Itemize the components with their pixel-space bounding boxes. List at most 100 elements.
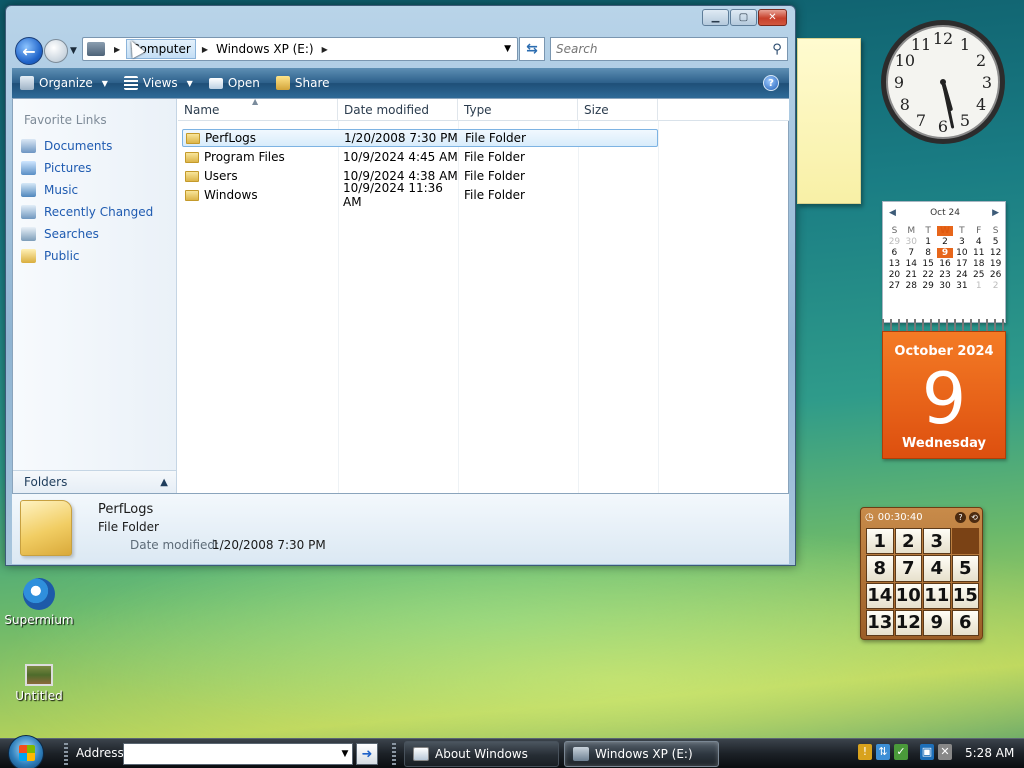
maximize-button[interactable]: ▢ [730,9,757,26]
calendar-day[interactable]: 21 [903,270,920,280]
recent-pages-dropdown[interactable]: ▼ [70,46,77,56]
calendar-day[interactable]: 5 [987,237,1004,247]
puzzle-tile[interactable]: 1 [866,528,894,555]
puzzle-empty-slot[interactable] [951,528,979,555]
back-button[interactable]: ← [15,37,43,65]
calendar-day-today[interactable]: 9 [936,248,954,258]
puzzle-tile[interactable]: 5 [951,555,979,582]
calendar-day[interactable]: 25 [970,270,987,280]
display-icon[interactable]: ▣ [920,744,934,760]
search-box[interactable]: ⚲ [550,37,788,61]
update-icon[interactable]: ✓ [894,744,908,760]
calendar-day[interactable]: 1 [970,281,987,291]
search-icon[interactable]: ⚲ [767,42,787,57]
file-row[interactable]: PerfLogs 1/20/2008 7:30 PM File Folder [182,129,658,147]
calendar-day[interactable]: 23 [937,270,954,280]
puzzle-tile[interactable]: 12 [894,609,922,636]
calendar-day[interactable]: 26 [987,270,1004,280]
puzzle-tile[interactable]: 3 [923,528,951,555]
puzzle-tile[interactable]: 15 [951,582,979,609]
taskbar-button-windows-xp-e[interactable]: Windows XP (E:) [564,741,719,767]
help-icon[interactable]: ? [955,511,966,523]
column-header-type[interactable]: Type [458,99,578,121]
column-header-size[interactable]: Size [578,99,658,121]
puzzle-tile[interactable]: 14 [866,582,894,609]
calendar-day[interactable]: 10 [953,248,970,258]
puzzle-tile[interactable]: 6 [951,609,979,636]
nav-link-documents[interactable]: Documents [21,139,112,153]
calendar-day[interactable]: 18 [970,259,987,269]
calendar-day[interactable]: 2 [937,237,954,247]
taskbar-button-about-windows[interactable]: About Windows [404,741,559,767]
calendar-day[interactable]: 27 [886,281,903,291]
forward-button[interactable] [44,39,68,63]
next-month-icon[interactable]: ▶ [992,208,999,218]
column-header-date-modified[interactable]: Date modified [338,99,458,121]
puzzle-tile[interactable]: 13 [866,609,894,636]
folders-toggle[interactable]: Folders ▲ [13,470,176,493]
calendar-day[interactable]: 22 [920,270,937,280]
security-warning-icon[interactable]: ! [858,744,872,760]
desktop-icon-supermium[interactable]: Supermium [4,578,74,627]
notes-gadget[interactable] [797,38,861,204]
taskbar-clock[interactable]: 5:28 AM [965,746,1014,760]
minimize-button[interactable]: ▁ [702,9,729,26]
calendar-day[interactable]: 1 [920,237,937,247]
calendar-day[interactable]: 11 [970,248,987,258]
calendar-day[interactable]: 12 [987,248,1004,258]
start-button[interactable] [8,735,44,768]
calendar-day[interactable]: 7 [903,248,920,258]
calendar-day[interactable]: 31 [953,281,970,291]
share-button[interactable]: Share [268,68,338,98]
puzzle-tile[interactable]: 2 [894,528,922,555]
taskbar-go-button[interactable]: ➜ [356,743,378,765]
file-row[interactable]: Program Files 10/9/2024 4:45 AM File Fol… [182,148,658,166]
clock-gadget[interactable]: 12 1234567891011 [879,18,1007,146]
nav-link-pictures[interactable]: Pictures [21,161,92,175]
address-dropdown-icon[interactable]: ▼ [504,44,511,54]
breadcrumb-arrow-icon[interactable]: ▶ [202,45,208,54]
calendar-day[interactable]: 14 [903,259,920,269]
calendar-day[interactable]: 29 [920,281,937,291]
puzzle-tile[interactable]: 7 [894,555,922,582]
calendar-day[interactable]: 30 [903,237,920,247]
puzzle-tile[interactable]: 10 [894,582,922,609]
calendar-day[interactable]: 16 [937,259,954,269]
toolbar-grip[interactable] [392,743,396,765]
close-button[interactable]: ✕ [758,9,787,26]
puzzle-tile[interactable]: 8 [866,555,894,582]
views-button[interactable]: Views ▼ [116,68,201,98]
nav-link-music[interactable]: Music [21,183,78,197]
calendar-day[interactable]: 17 [953,259,970,269]
calendar-day[interactable]: 30 [937,281,954,291]
network-icon[interactable]: ⇅ [876,744,890,760]
column-header-name[interactable]: ▲ Name [178,97,338,121]
address-bar[interactable]: ▶ Computer ▶ Windows XP (E:) ▶ ▼ [82,37,518,61]
calendar-day[interactable]: 13 [886,259,903,269]
calendar-gadget[interactable]: ◀ Oct 24 ▶ S M T W T F S 29 30 1 2 3 4 5 6 7 8 9 10 11 12 13 1… [882,201,1006,459]
breadcrumb-arrow-icon[interactable]: ▶ [322,45,328,54]
calendar-day[interactable]: 8 [920,248,937,258]
shuffle-icon[interactable]: ⟲ [969,511,980,523]
calendar-day[interactable]: 2 [987,281,1004,291]
help-icon[interactable]: ? [763,75,779,91]
nav-link-searches[interactable]: Searches [21,227,99,241]
calendar-day[interactable]: 28 [903,281,920,291]
calendar-day[interactable]: 19 [987,259,1004,269]
file-row[interactable]: Windows 10/9/2024 11:36 AM File Folder [182,181,658,209]
chevron-down-icon[interactable]: ▼ [338,749,352,759]
calendar-day[interactable]: 3 [953,237,970,247]
organize-button[interactable]: Organize ▼ [12,68,116,98]
puzzle-tile[interactable]: 4 [923,555,951,582]
calendar-day[interactable]: 24 [953,270,970,280]
picture-puzzle-gadget[interactable]: ◷ 00:30:40 ? ⟲ 1 2 3 8 7 4 5 14 10 11 15 13 12 9 6 [860,507,983,640]
calendar-day[interactable]: 20 [886,270,903,280]
nav-link-recently-changed[interactable]: Recently Changed [21,205,153,219]
nav-link-public[interactable]: Public [21,249,80,263]
search-input[interactable] [551,42,767,56]
calendar-day[interactable]: 6 [886,248,903,258]
puzzle-tile[interactable]: 11 [923,582,951,609]
toolbar-grip[interactable] [64,743,68,765]
refresh-button[interactable]: ⇆ [519,37,545,61]
taskbar-address-input[interactable] [124,747,338,761]
